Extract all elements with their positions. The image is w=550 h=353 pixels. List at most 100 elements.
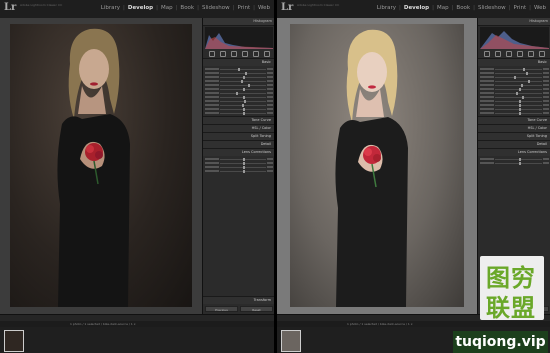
slider-knob[interactable] (527, 79, 530, 83)
graduated-filter-icon[interactable] (517, 51, 524, 57)
crop-tool-icon[interactable] (483, 51, 490, 57)
module-print[interactable]: Print (237, 5, 250, 11)
slider-knob[interactable] (518, 99, 521, 103)
module-map[interactable]: Map (437, 5, 449, 11)
lens-sliders (478, 156, 550, 166)
filmstrip (0, 327, 274, 353)
section-detail[interactable]: Detail (478, 140, 550, 148)
radial-filter-icon[interactable] (528, 51, 535, 57)
histogram-header[interactable]: Histogram (203, 18, 274, 26)
image-canvas[interactable] (277, 18, 477, 314)
histogram-header[interactable]: Histogram (478, 18, 550, 26)
slider-knob[interactable] (243, 75, 245, 79)
module-slideshow[interactable]: Slideshow (478, 5, 506, 11)
slider-knob[interactable] (242, 103, 245, 107)
brush-icon[interactable] (263, 51, 270, 57)
histogram (480, 27, 549, 49)
module-library[interactable]: Library (377, 5, 396, 11)
slider-knob[interactable] (522, 95, 525, 99)
slider-knob[interactable] (243, 99, 246, 103)
catalog-name: Adobe Lightroom Classic CC (297, 3, 340, 7)
slider-knob[interactable] (518, 87, 521, 91)
section-lens-corrections[interactable]: Lens Corrections (478, 148, 550, 156)
lens-sliders (203, 156, 274, 174)
slider-knob[interactable] (243, 111, 245, 115)
module-print[interactable]: Print (513, 5, 526, 11)
watermark-url: tuqiong.vip (453, 331, 548, 353)
slider-knob[interactable] (243, 107, 245, 111)
module-slideshow[interactable]: Slideshow (202, 5, 230, 11)
section-transform[interactable]: Transform (203, 296, 274, 304)
previous-button[interactable]: Previous (205, 306, 238, 312)
filmstrip-thumbnail[interactable] (4, 330, 24, 352)
slider-knob[interactable] (523, 67, 526, 71)
slider-knob[interactable] (520, 83, 523, 87)
section-hsl[interactable]: HSL / Color (478, 124, 550, 132)
module-map[interactable]: Map (161, 5, 173, 11)
slider-knob[interactable] (243, 87, 245, 91)
section-tone-curve[interactable]: Tone Curve (478, 116, 550, 124)
slider-knob[interactable] (518, 103, 521, 107)
develop-window-left: Lr Adobe Lightroom Classic CC Library | D… (0, 0, 274, 353)
section-split-toning[interactable]: Split Toning (203, 132, 274, 140)
module-book[interactable]: Book (456, 5, 470, 11)
portrait-image (335, 29, 408, 307)
slider-knob[interactable] (240, 79, 243, 83)
module-book[interactable]: Book (180, 5, 194, 11)
panel-buttons: Previous Reset (205, 306, 273, 312)
develop-panels: Histogram Basic Tone Curve HSL / Color S… (202, 18, 274, 314)
watermark: 图穷 联盟 tuqiong.vip (453, 256, 548, 353)
module-picker: Library | Develop | Map | Book | Slideshow | … (376, 5, 546, 11)
section-hsl[interactable]: HSL / Color (203, 124, 274, 132)
module-web[interactable]: Web (258, 5, 270, 11)
crop-tool-icon[interactable] (208, 51, 215, 57)
module-web[interactable]: Web (534, 5, 546, 11)
reset-button[interactable]: Reset (240, 306, 273, 312)
image-canvas[interactable] (0, 18, 202, 314)
section-basic[interactable]: Basic (203, 58, 274, 66)
module-develop[interactable]: Develop (404, 5, 429, 11)
portrait-photo (290, 24, 464, 307)
portrait-image (57, 28, 130, 307)
spot-removal-icon[interactable] (219, 51, 226, 57)
basic-sliders (478, 66, 550, 116)
module-bar: Lr Adobe Lightroom Classic CC Library | D… (0, 0, 274, 19)
slider-knob[interactable] (247, 83, 250, 87)
module-develop[interactable]: Develop (128, 5, 153, 11)
tool-strip (203, 50, 274, 58)
section-tone-curve[interactable]: Tone Curve (203, 116, 274, 124)
brush-icon[interactable] (539, 51, 546, 57)
watermark-logo: 图穷 联盟 (480, 256, 544, 320)
slider-knob[interactable] (238, 67, 241, 71)
slider-knob[interactable] (245, 71, 248, 75)
slider-knob[interactable] (513, 75, 516, 79)
module-bar: Lr Adobe Lightroom Classic CC Library | D… (277, 0, 550, 19)
basic-sliders (203, 66, 274, 116)
radial-filter-icon[interactable] (252, 51, 259, 57)
section-detail[interactable]: Detail (203, 140, 274, 148)
red-eye-icon[interactable] (230, 51, 237, 57)
graduated-filter-icon[interactable] (241, 51, 248, 57)
filmstrip-thumbnail[interactable] (281, 330, 301, 352)
watermark-text-bottom: 联盟 (486, 294, 536, 320)
portrait-photo (10, 24, 192, 307)
catalog-name: Adobe Lightroom Classic CC (20, 3, 63, 7)
slider-knob[interactable] (243, 95, 245, 99)
lightroom-logo: Lr (281, 2, 294, 13)
lightroom-logo: Lr (4, 2, 17, 13)
section-basic[interactable]: Basic (478, 58, 550, 66)
slider-row (205, 111, 273, 115)
red-eye-icon[interactable] (505, 51, 512, 57)
slider-knob[interactable] (518, 111, 521, 115)
slider-knob[interactable] (516, 91, 519, 95)
spot-removal-icon[interactable] (494, 51, 501, 57)
section-lens-corrections[interactable]: Lens Corrections (203, 148, 274, 156)
slider-knob[interactable] (519, 107, 522, 111)
histogram (205, 27, 273, 49)
section-split-toning[interactable]: Split Toning (478, 132, 550, 140)
module-picker: Library | Develop | Map | Book | Slideshow | … (100, 5, 270, 11)
module-library[interactable]: Library (101, 5, 120, 11)
slider-knob[interactable] (525, 71, 528, 75)
tool-strip (478, 50, 550, 58)
slider-knob[interactable] (236, 91, 239, 95)
